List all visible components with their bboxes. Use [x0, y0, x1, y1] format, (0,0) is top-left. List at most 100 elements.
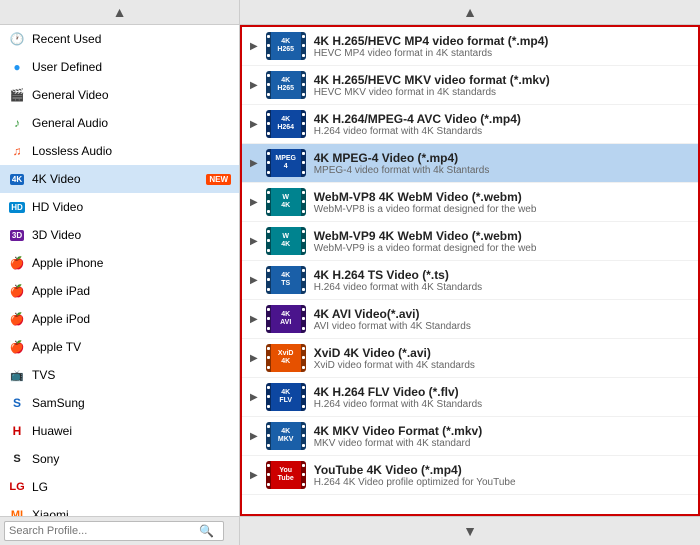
sidebar-item-sony[interactable]: SSony: [0, 445, 239, 473]
format-icon-webm-vp9: W4K: [266, 227, 306, 255]
main-container: ▲ ▲ 🕐Recent Used●User Defined 🎬 General Vi…: [0, 0, 700, 545]
sidebar-item-icon-4k-video: 4K: [8, 170, 26, 188]
format-title-hevc-mp4: 4K H.265/HEVC MP4 video format (*.mp4): [314, 34, 549, 48]
sidebar-item-apple-tv[interactable]: 🍎Apple TV: [0, 333, 239, 361]
format-icon-xvid-avi: XviD4K: [266, 344, 306, 372]
format-text-youtube-4k: YouTube 4K Video (*.mp4)H.264 4K Video p…: [314, 463, 516, 488]
main-content-area: 🕐Recent Used●User Defined 🎬 General Video ♪…: [0, 25, 700, 516]
sidebar-item-label-general-video: General Video: [32, 88, 231, 102]
format-item-hevc-mkv[interactable]: ▶ 4KH265 4K H.265/HEVC MKV video format …: [242, 66, 698, 105]
sidebar-item-label-hd-video: HD Video: [32, 200, 231, 214]
format-arrow-youtube-4k: ▶: [250, 470, 258, 481]
format-item-ts-video[interactable]: ▶ 4KTS 4K H.264 TS Video (*.ts)H.264 vid…: [242, 261, 698, 300]
format-title-xvid-avi: XviD 4K Video (*.avi): [314, 346, 475, 360]
format-arrow-hevc-mp4: ▶: [250, 41, 258, 52]
sidebar-item-general-audio[interactable]: ♪General Audio: [0, 109, 239, 137]
sidebar-item-icon-sony: S: [8, 450, 26, 468]
sidebar-item-label-lg: LG: [32, 480, 231, 494]
sidebar-item-label-huawei: Huawei: [32, 424, 231, 438]
format-item-h264-mp4[interactable]: ▶ 4KH264 4K H.264/MPEG-4 AVC Video (*.mp…: [242, 105, 698, 144]
sidebar-item-apple-ipad[interactable]: 🍎 Apple iPad: [0, 277, 239, 305]
format-text-webm-vp8: WebM-VP8 4K WebM Video (*.webm)WebM-VP8 …: [314, 190, 537, 215]
format-item-webm-vp9[interactable]: ▶ W4K WebM-VP9 4K WebM Video (*.webm)Web…: [242, 222, 698, 261]
sidebar-item-icon-general-video: 🎬: [8, 86, 26, 104]
format-item-xvid-avi[interactable]: ▶ XviD4K XviD 4K Video (*.avi)XviD video…: [242, 339, 698, 378]
format-arrow-mpeg4: ▶: [250, 158, 258, 169]
format-title-h264-mp4: 4K H.264/MPEG-4 AVC Video (*.mp4): [314, 112, 521, 126]
sidebar-item-label-tvs: TVS: [32, 368, 231, 382]
sidebar-item-user-defined[interactable]: ●User Defined: [0, 53, 239, 81]
sidebar-item-lossless-audio[interactable]: ♫Lossless Audio: [0, 137, 239, 165]
format-text-h264-mp4: 4K H.264/MPEG-4 AVC Video (*.mp4)H.264 v…: [314, 112, 521, 137]
format-desc-hevc-mp4: HEVC MP4 video format in 4K stantards: [314, 48, 549, 59]
sidebar-item-apple-ipod[interactable]: 🍎Apple iPod: [0, 305, 239, 333]
format-arrow-xvid-avi: ▶: [250, 353, 258, 364]
sidebar-item-3d-video[interactable]: 3D3D Video: [0, 221, 239, 249]
format-arrow-hevc-mkv: ▶: [250, 80, 258, 91]
sidebar-item-apple-iphone[interactable]: 🍎Apple iPhone: [0, 249, 239, 277]
format-arrow-webm-vp9: ▶: [250, 236, 258, 247]
format-item-avi-video[interactable]: ▶ 4KAVI 4K AVI Video(*.avi)AVI video for…: [242, 300, 698, 339]
format-arrow-webm-vp8: ▶: [250, 197, 258, 208]
sidebar-item-icon-3d-video: 3D: [8, 226, 26, 244]
format-arrow-ts-video: ▶: [250, 275, 258, 286]
sidebar-item-huawei[interactable]: H Huawei: [0, 417, 239, 445]
sidebar-item-recent-used[interactable]: 🕐Recent Used: [0, 25, 239, 53]
sidebar-scroll-up[interactable]: ▲: [0, 0, 240, 24]
format-item-mpeg4[interactable]: ▶ MPEG4 4K MPEG-4 Video (*.mp4)MPEG-4 vi…: [242, 144, 698, 183]
panel-scroll-up[interactable]: ▲: [240, 0, 700, 24]
sidebar-item-samsung[interactable]: SSamSung: [0, 389, 239, 417]
sidebar-item-general-video[interactable]: 🎬 General Video: [0, 81, 239, 109]
format-desc-h264-mp4: H.264 video format with 4K Standards: [314, 126, 521, 137]
sidebar-item-hd-video[interactable]: HDHD Video: [0, 193, 239, 221]
format-title-mkv-video: 4K MKV Video Format (*.mkv): [314, 424, 482, 438]
format-item-youtube-4k[interactable]: ▶ YouTube YouTube 4K Video (*.mp4)H.264 …: [242, 456, 698, 495]
format-icon-ts-video: 4KTS: [266, 266, 306, 294]
sidebar-item-icon-xiaomi: MI: [8, 506, 26, 516]
search-input[interactable]: [9, 525, 199, 537]
sidebar-item-label-general-audio: General Audio: [32, 116, 231, 130]
format-desc-xvid-avi: XviD video format with 4K standards: [314, 360, 475, 371]
sidebar-item-label-xiaomi: Xiaomi: [32, 508, 231, 516]
format-icon-hevc-mkv: 4KH265: [266, 71, 306, 99]
format-text-hevc-mkv: 4K H.265/HEVC MKV video format (*.mkv)HE…: [314, 73, 550, 98]
search-box[interactable]: 🔍: [4, 521, 224, 541]
format-arrow-flv-video: ▶: [250, 392, 258, 403]
sidebar-item-icon-apple-ipad: 🍎: [8, 282, 26, 300]
sidebar-item-label-apple-tv: Apple TV: [32, 340, 231, 354]
format-item-mkv-video[interactable]: ▶ 4KMKV 4K MKV Video Format (*.mkv)MKV v…: [242, 417, 698, 456]
format-item-flv-video[interactable]: ▶ 4KFLV 4K H.264 FLV Video (*.flv)H.264 …: [242, 378, 698, 417]
search-section: 🔍: [0, 517, 240, 545]
format-desc-avi-video: AVI video format with 4K Standards: [314, 321, 471, 332]
format-text-hevc-mp4: 4K H.265/HEVC MP4 video format (*.mp4)HE…: [314, 34, 549, 59]
sidebar-item-icon-apple-iphone: 🍎: [8, 254, 26, 272]
format-arrow-avi-video: ▶: [250, 314, 258, 325]
format-icon-webm-vp8: W4K: [266, 188, 306, 216]
format-text-mkv-video: 4K MKV Video Format (*.mkv)MKV video for…: [314, 424, 482, 449]
format-item-webm-vp8[interactable]: ▶ W4K WebM-VP8 4K WebM Video (*.webm)Web…: [242, 183, 698, 222]
format-text-flv-video: 4K H.264 FLV Video (*.flv)H.264 video fo…: [314, 385, 482, 410]
format-text-ts-video: 4K H.264 TS Video (*.ts)H.264 video form…: [314, 268, 482, 293]
format-desc-webm-vp9: WebM-VP9 is a video format designed for …: [314, 243, 537, 254]
format-title-webm-vp8: WebM-VP8 4K WebM Video (*.webm): [314, 190, 537, 204]
sidebar-item-icon-huawei: H: [8, 422, 26, 440]
format-desc-hevc-mkv: HEVC MKV video format in 4K standards: [314, 87, 550, 98]
panel-scroll-down-section[interactable]: ▼: [240, 517, 700, 545]
panel-down-arrow[interactable]: ▼: [459, 523, 481, 539]
format-icon-mkv-video: 4KMKV: [266, 422, 306, 450]
sidebar-item-tvs[interactable]: 📺TVS: [0, 361, 239, 389]
bottom-bar: 🔍 ▼: [0, 516, 700, 545]
format-item-hevc-mp4[interactable]: ▶ 4KH265 4K H.265/HEVC MP4 video format …: [242, 27, 698, 66]
format-desc-flv-video: H.264 video format with 4K Standards: [314, 399, 482, 410]
sidebar-item-label-apple-ipad: Apple iPad: [32, 284, 231, 298]
sidebar-item-xiaomi[interactable]: MI Xiaomi: [0, 501, 239, 516]
sidebar-item-icon-user-defined: ●: [8, 58, 26, 76]
sidebar: 🕐Recent Used●User Defined 🎬 General Video ♪…: [0, 25, 240, 516]
sidebar-item-lg[interactable]: LGLG: [0, 473, 239, 501]
sidebar-item-4k-video[interactable]: 4K4K VideoNEW: [0, 165, 239, 193]
format-arrow-h264-mp4: ▶: [250, 119, 258, 130]
sidebar-item-icon-recent-used: 🕐: [8, 30, 26, 48]
sidebar-item-label-4k-video: 4K Video: [32, 172, 202, 186]
panel-up-arrow[interactable]: ▲: [459, 4, 481, 20]
sidebar-up-arrow[interactable]: ▲: [109, 4, 131, 20]
